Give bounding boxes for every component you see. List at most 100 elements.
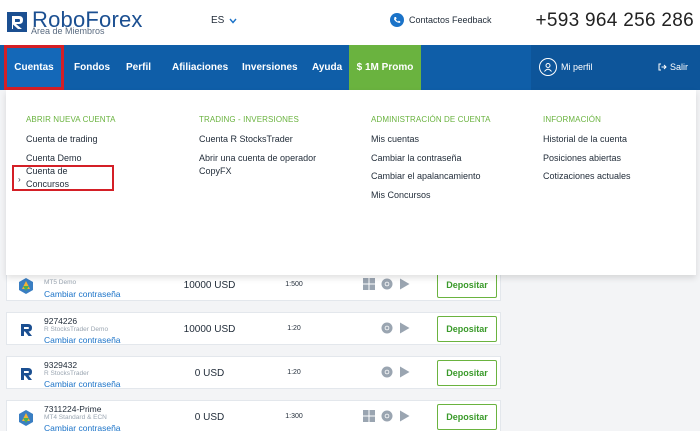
account-type: R StocksTrader Demo (44, 326, 109, 333)
account-row: 9329432 R StocksTrader Cambiar contraseñ… (6, 356, 501, 389)
account-leverage: 1:500 (285, 281, 303, 288)
chrome-icon[interactable] (381, 410, 393, 422)
change-password-link[interactable]: Cambiar contraseña (44, 379, 121, 389)
deposit-label: Depositar (446, 280, 488, 290)
deposit-button[interactable]: Depositar (437, 272, 497, 298)
phone-icon (390, 13, 404, 27)
google-play-icon[interactable] (399, 410, 410, 422)
chrome-icon[interactable] (381, 278, 393, 290)
nav-cuentas[interactable]: Cuentas (4, 45, 64, 90)
nav-perfil-label: Perfil (126, 62, 152, 73)
platform-icons (381, 366, 410, 378)
account-leverage: 1:20 (287, 325, 301, 332)
nav-afiliaciones[interactable]: Afiliaciones (172, 45, 228, 90)
my-profile-link[interactable]: Mi perfil (539, 58, 593, 76)
dropdown-column-title: INFORMACIÓN (543, 115, 601, 124)
contacts-label: Contactos Feedback (409, 15, 492, 25)
nav-cuentas-label: Cuentas (14, 62, 54, 73)
account-number: 9329432 (44, 360, 78, 370)
change-password-link[interactable]: Cambiar contraseña (44, 289, 121, 299)
account-leverage: 1:300 (285, 413, 303, 420)
nav-promo[interactable]: $ 1M Promo (349, 45, 421, 90)
dropdown-column-trading-investments: TRADING - INVERSIONES Cuenta R StocksTra… (199, 115, 316, 183)
language-selector[interactable]: ES (211, 15, 237, 26)
deposit-button[interactable]: Depositar (437, 404, 497, 430)
top-header: RoboForex Área de Miembros ES Contactos … (0, 0, 700, 45)
nav-fondos[interactable]: Fondos (74, 45, 110, 90)
cuentas-dropdown-menu: ABRIR NUEVA CUENTA Cuenta de trading Cue… (6, 90, 696, 275)
account-row: 9274226 R StocksTrader Demo Cambiar cont… (6, 312, 501, 345)
current-quotes-link[interactable]: Cotizaciones actuales (543, 170, 631, 183)
open-copyfx-line-1: Abrir una cuenta de operador (199, 152, 317, 163)
change-password-link[interactable]: Cambiar contraseña (44, 335, 121, 345)
account-number: 9274226 (44, 316, 78, 326)
account-history-link[interactable]: Historial de la cuenta (543, 133, 631, 146)
rstockstrader-icon (17, 365, 35, 383)
my-contests-link[interactable]: Mis Concursos (371, 189, 491, 202)
dropdown-column-information: INFORMACIÓN Historial de la cuenta Posic… (543, 115, 631, 189)
account-balance: 10000 USD (183, 324, 236, 335)
demo-account-link[interactable]: Cuenta Demo (26, 152, 124, 165)
my-profile-label: Mi perfil (561, 62, 593, 72)
account-type: R StocksTrader (44, 370, 89, 377)
logout-icon (658, 63, 667, 71)
deposit-label: Depositar (446, 324, 488, 334)
windows-icon[interactable] (363, 278, 375, 290)
rstockstrader-icon (17, 321, 35, 339)
platform-icons (363, 410, 410, 422)
google-play-icon[interactable] (399, 278, 410, 290)
google-play-icon[interactable] (399, 322, 410, 334)
platform-icons (381, 322, 410, 334)
deposit-button[interactable]: Depositar (437, 360, 497, 386)
account-row: 7311224-Prime MT4 Standard & ECN Cambiar… (6, 400, 501, 431)
dropdown-column-account-admin: ADMINISTRACIÓN DE CUENTA Mis cuentas Cam… (371, 115, 491, 207)
logout-button[interactable]: Salir (658, 62, 688, 72)
my-accounts-link[interactable]: Mis cuentas (371, 133, 491, 146)
dropdown-column-title: TRADING - INVERSIONES (199, 115, 299, 124)
nav-ayuda-label: Ayuda (312, 62, 343, 73)
chevron-down-icon (229, 18, 237, 24)
nav-perfil[interactable]: Perfil (126, 45, 151, 90)
mt5-icon (19, 278, 33, 294)
contacts-feedback-link[interactable]: Contactos Feedback (390, 13, 492, 27)
google-play-icon[interactable] (399, 366, 410, 378)
dropdown-column-title: ABRIR NUEVA CUENTA (26, 115, 116, 124)
contest-account-link[interactable]: › Cuenta de Concursos (12, 165, 114, 191)
chevron-right-icon: › (18, 175, 21, 184)
logo-subtitle: Área de Miembros (31, 26, 105, 36)
change-password-menu-link[interactable]: Cambiar la contraseña (371, 152, 491, 165)
user-avatar-icon (539, 58, 557, 76)
account-balance: 0 USD (194, 412, 225, 423)
nav-inversiones[interactable]: Inversiones (242, 45, 298, 90)
change-leverage-link[interactable]: Cambiar el apalancamiento (371, 170, 491, 183)
logout-label: Salir (669, 62, 688, 72)
contest-account-label: Cuenta de Concursos (26, 166, 70, 189)
platform-icons (363, 278, 410, 290)
phone-number[interactable]: +593 964 256 286 (535, 10, 694, 32)
chrome-icon[interactable] (381, 322, 393, 334)
nav-user-area: Mi perfil Salir (531, 45, 700, 90)
open-positions-link[interactable]: Posiciones abiertas (543, 152, 631, 165)
trading-account-link[interactable]: Cuenta de trading (26, 133, 124, 146)
account-type: MT5 Demo (44, 279, 77, 286)
nav-promo-label: $ 1M Promo (356, 62, 414, 73)
open-copyfx-line-2: CopyFX (199, 165, 232, 176)
nav-inversiones-label: Inversiones (242, 62, 298, 73)
language-label: ES (211, 15, 225, 26)
mt4-icon (19, 410, 33, 426)
deposit-label: Depositar (446, 412, 488, 422)
deposit-button[interactable]: Depositar (437, 316, 497, 342)
account-balance: 0 USD (194, 368, 225, 379)
open-copyfx-account-link[interactable]: Abrir una cuenta de operador CopyFX (199, 152, 316, 178)
nav-fondos-label: Fondos (74, 62, 111, 73)
account-type: MT4 Standard & ECN (44, 414, 107, 421)
change-password-link[interactable]: Cambiar contraseña (44, 423, 121, 431)
windows-icon[interactable] (363, 410, 375, 422)
account-number: 7311224-Prime (44, 404, 102, 414)
account-leverage: 1:20 (287, 369, 301, 376)
chrome-icon[interactable] (381, 366, 393, 378)
roboforex-logo-icon (7, 12, 27, 32)
main-nav: Cuentas Fondos Perfil Afiliaciones Inver… (0, 45, 700, 90)
rstockstrader-account-link[interactable]: Cuenta R StocksTrader (199, 133, 316, 146)
nav-ayuda[interactable]: Ayuda (312, 45, 342, 90)
